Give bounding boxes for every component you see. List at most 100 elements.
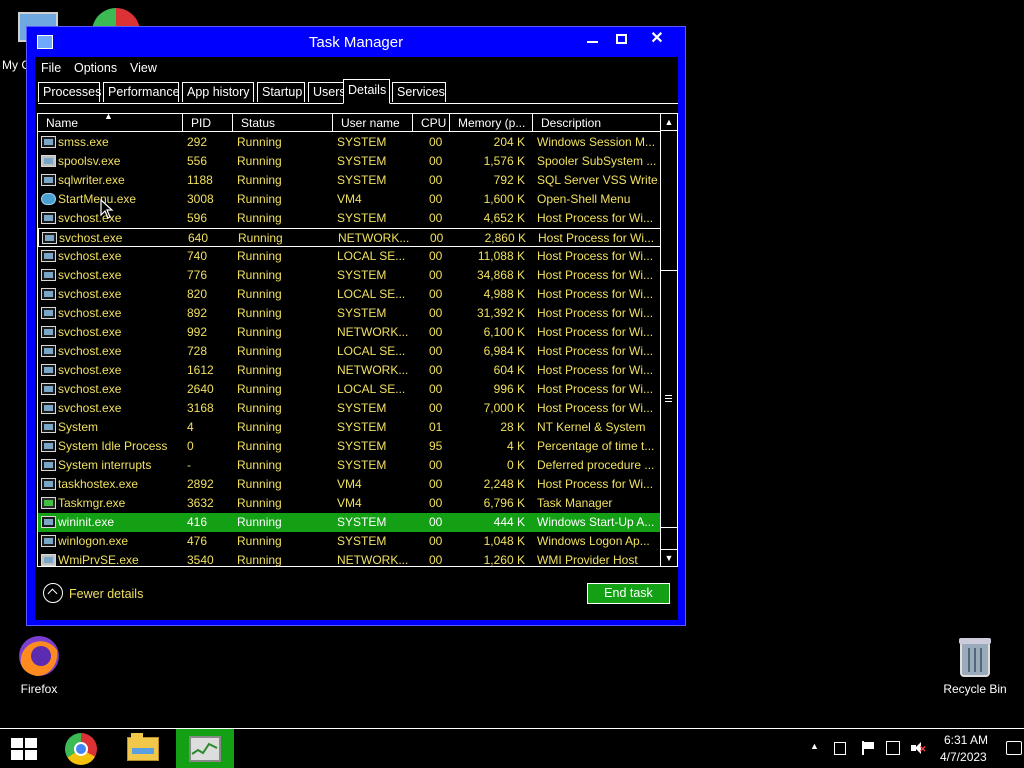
cell-name: winlogon.exe xyxy=(58,534,129,548)
cell-pid: 416 xyxy=(187,515,208,529)
recycle-bin-desktop-icon[interactable]: Recycle Bin xyxy=(940,632,1010,696)
cell-user: NETWORK... xyxy=(337,553,409,567)
table-row[interactable]: System interrupts - Running SYSTEM 00 0 K Defe… xyxy=(38,456,662,475)
table-row[interactable]: svchost.exe 596 Running SYSTEM 00 4,652 K Host… xyxy=(38,209,662,228)
title-bar[interactable]: Task Manager ✕ xyxy=(27,27,685,57)
table-row[interactable]: Taskmgr.exe 3632 Running VM4 00 6,796 K Task M… xyxy=(38,494,662,513)
cell-name: svchost.exe xyxy=(58,344,122,358)
menu-view[interactable]: View xyxy=(130,61,157,75)
table-row[interactable]: svchost.exe 892 Running SYSTEM 00 31,392 K Hos… xyxy=(38,304,662,323)
tab-performance[interactable]: Performance xyxy=(103,82,180,102)
cell-memory: 996 K xyxy=(493,382,525,396)
taskbar-chrome-button[interactable] xyxy=(52,729,110,768)
end-task-button[interactable]: End task xyxy=(587,583,670,604)
table-row[interactable]: StartMenu.exe 3008 Running VM4 00 1,600 K Open… xyxy=(38,190,662,209)
column-header-memory[interactable]: Memory (p... xyxy=(450,114,533,132)
cell-memory: 6,796 K xyxy=(483,496,525,510)
cell-status: Running xyxy=(237,211,282,225)
table-row[interactable]: svchost.exe 776 Running SYSTEM 00 34,868 K Hos… xyxy=(38,266,662,285)
tab-details[interactable]: Details xyxy=(343,79,390,104)
cell-name: svchost.exe xyxy=(58,287,122,301)
cell-cpu: 01 xyxy=(429,420,443,434)
table-row[interactable]: svchost.exe 992 Running NETWORK... 00 6,100 K… xyxy=(38,323,662,342)
column-header-user-name[interactable]: User name xyxy=(333,114,413,132)
chrome-desktop-icon[interactable] xyxy=(92,6,142,26)
table-row[interactable]: svchost.exe 728 Running LOCAL SE... 00 6,984 … xyxy=(38,342,662,361)
scroll-thumb[interactable] xyxy=(661,270,677,528)
cell-name: svchost.exe xyxy=(58,401,122,415)
tab-users[interactable]: Users xyxy=(308,82,346,102)
cell-pid: 3632 xyxy=(187,496,214,510)
cell-name: System xyxy=(58,420,99,434)
table-row[interactable]: taskhostex.exe 2892 Running VM4 00 2,248 K Hos… xyxy=(38,475,662,494)
network-icon[interactable] xyxy=(886,741,900,755)
file-explorer-icon xyxy=(127,733,159,761)
column-header-name[interactable]: Name ▲ xyxy=(38,114,183,132)
action-center-flag-icon[interactable] xyxy=(861,741,875,755)
cell-cpu: 00 xyxy=(429,306,443,320)
table-row[interactable]: spoolsv.exe 556 Running SYSTEM 00 1,576 K Spoo… xyxy=(38,152,662,171)
cell-name: smss.exe xyxy=(58,135,109,149)
firefox-desktop-icon[interactable]: Firefox xyxy=(4,632,74,696)
table-row[interactable]: svchost.exe 740 Running LOCAL SE... 00 11,088… xyxy=(38,247,662,266)
scroll-up-button[interactable]: ▲ xyxy=(661,114,677,131)
taskbar-file-explorer-button[interactable] xyxy=(114,729,172,768)
keyboard-icon[interactable] xyxy=(834,742,846,755)
cell-memory: 2,860 K xyxy=(484,231,526,245)
volume-muted-icon[interactable]: ✕ xyxy=(910,740,927,756)
chevron-up-icon: ▲ xyxy=(664,117,674,127)
table-row[interactable]: WmiPrvSE.exe 3540 Running NETWORK... 00 1,260… xyxy=(38,551,662,567)
cell-pid: - xyxy=(187,458,191,472)
maximize-button[interactable] xyxy=(607,29,637,49)
cell-pid: 2640 xyxy=(187,382,214,396)
column-header-status[interactable]: Status xyxy=(233,114,333,132)
tab-startup[interactable]: Startup xyxy=(257,82,305,102)
table-row[interactable]: winlogon.exe 476 Running SYSTEM 00 1,048 K Win… xyxy=(38,532,662,551)
table-row[interactable]: System Idle Process 0 Running SYSTEM 95 4 K Pe… xyxy=(38,437,662,456)
menu-options[interactable]: Options xyxy=(74,61,117,75)
tab-app-history[interactable]: App history xyxy=(182,82,254,102)
start-button[interactable] xyxy=(0,729,48,768)
cell-description: NT Kernel & System xyxy=(537,420,646,434)
column-header-pid[interactable]: PID xyxy=(183,114,233,132)
table-row[interactable]: svchost.exe 1612 Running NETWORK... 00 604 K H… xyxy=(38,361,662,380)
table-row[interactable]: smss.exe 292 Running SYSTEM 00 204 K Windows S… xyxy=(38,133,662,152)
scroll-down-button[interactable]: ▼ xyxy=(661,549,677,566)
cell-cpu: 00 xyxy=(429,363,443,377)
cell-description: Host Process for Wi... xyxy=(538,231,655,245)
tab-services[interactable]: Services xyxy=(392,82,446,102)
table-row[interactable]: System 4 Running SYSTEM 01 28 K NT Kernel & Sy… xyxy=(38,418,662,437)
menu-file[interactable]: File xyxy=(41,61,61,75)
cell-memory: 0 K xyxy=(506,458,525,472)
notifications-icon[interactable] xyxy=(1006,741,1022,755)
cell-pid: 0 xyxy=(187,439,194,453)
cell-status: Running xyxy=(237,173,282,187)
cell-pid: 596 xyxy=(187,211,208,225)
table-row[interactable]: svchost.exe 820 Running LOCAL SE... 00 4,988 … xyxy=(38,285,662,304)
taskbar-task-manager-button[interactable] xyxy=(176,729,234,768)
column-header-description[interactable]: Description xyxy=(533,114,662,132)
table-row[interactable]: svchost.exe 3168 Running SYSTEM 00 7,000 K Hos… xyxy=(38,399,662,418)
minimize-button[interactable] xyxy=(578,29,608,49)
cell-user: NETWORK... xyxy=(337,325,409,339)
collapse-chevron-icon[interactable] xyxy=(43,583,63,603)
table-row[interactable]: svchost.exe 640 Running NETWORK... 00 2,860 K… xyxy=(38,228,662,247)
cell-status: Running xyxy=(237,439,282,453)
clock-time[interactable]: 6:31 AM xyxy=(944,733,988,747)
show-hidden-icons-icon[interactable]: ▲ xyxy=(810,741,819,751)
close-button[interactable]: ✕ xyxy=(636,29,678,49)
cell-pid: 1188 xyxy=(187,173,213,187)
clock-date[interactable]: 4/7/2023 xyxy=(940,750,987,764)
cell-cpu: 00 xyxy=(429,325,443,339)
cell-user: LOCAL SE... xyxy=(337,344,406,358)
cell-name: StartMenu.exe xyxy=(58,192,137,206)
vertical-scrollbar[interactable]: ▲ ▼ xyxy=(660,114,677,566)
cell-user: SYSTEM xyxy=(337,154,387,168)
table-row[interactable]: wininit.exe 416 Running SYSTEM 00 444 K Window… xyxy=(38,513,662,532)
column-header-cpu[interactable]: CPU xyxy=(413,114,450,132)
table-row[interactable]: sqlwriter.exe 1188 Running SYSTEM 00 792 K SQL… xyxy=(38,171,662,190)
tab-processes[interactable]: Processes xyxy=(38,82,101,102)
fewer-details-link[interactable]: Fewer details xyxy=(69,587,143,601)
cell-name: wininit.exe xyxy=(58,515,115,529)
table-row[interactable]: svchost.exe 2640 Running LOCAL SE... 00 996 K… xyxy=(38,380,662,399)
